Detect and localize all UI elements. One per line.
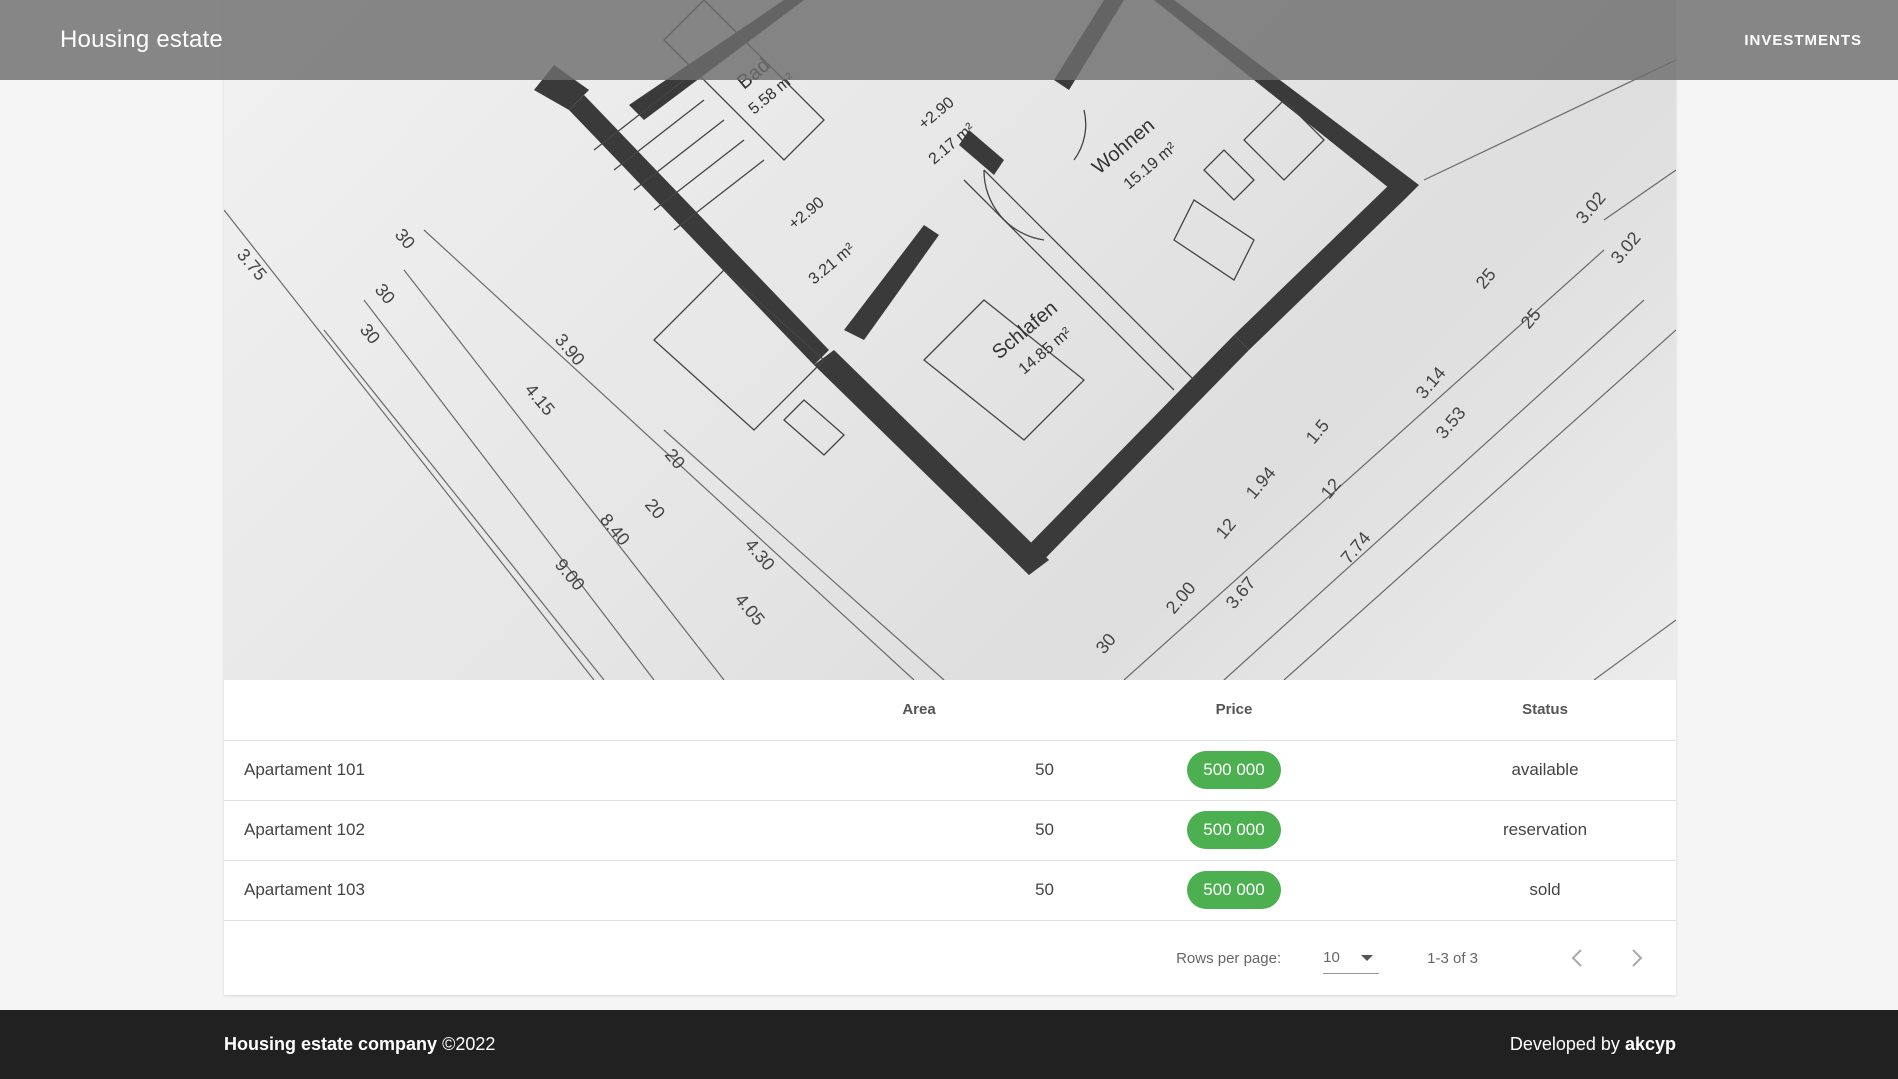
app-title: Housing estate — [60, 26, 223, 53]
apartments-table: Area Price Status Apartament 101 50 500 … — [224, 680, 1676, 921]
label-hall-level: +2.90 — [916, 94, 958, 133]
dimension-label: 1.94 — [1242, 463, 1280, 503]
footer: Housing estate company ©2022 Developed b… — [0, 1010, 1898, 1079]
dimension-label: 30 — [356, 320, 384, 348]
footer-copyright: Housing estate company ©2022 — [224, 1034, 495, 1055]
dimension-label: 30 — [1092, 629, 1120, 657]
table-row[interactable]: Apartament 101 50 500 000 available — [224, 740, 1676, 801]
price-chip[interactable]: 500 000 — [1187, 751, 1281, 789]
apartments-card: Bad 5.58 m² +2.90 2.17 m² +2.90 3.21 m² … — [224, 0, 1676, 995]
previous-page-button[interactable] — [1562, 943, 1592, 973]
footer-credit: Developed by akcyp — [1510, 1034, 1676, 1055]
rows-per-page-value: 10 — [1323, 949, 1340, 966]
floor-plan-drawing: Bad 5.58 m² +2.90 2.17 m² +2.90 3.21 m² … — [224, 0, 1676, 680]
dimension-label: 4.05 — [731, 590, 769, 630]
dimension-label: 8.40 — [596, 510, 634, 550]
dimension-label: 3.02 — [1607, 228, 1645, 268]
dimension-label: 30 — [391, 225, 419, 253]
company-name: Housing estate company — [224, 1034, 438, 1054]
dimension-label: 3.14 — [1412, 363, 1450, 403]
dimension-label: 12 — [1317, 474, 1345, 502]
rows-per-page-label: Rows per page: — [1176, 949, 1282, 967]
caret-down-icon — [1361, 954, 1374, 961]
table-pagination: Rows per page: 10 1-3 of 3 — [224, 922, 1676, 994]
dimension-label: 3.53 — [1432, 403, 1470, 443]
dimension-label: 9.00 — [551, 555, 589, 595]
dimension-label: 30 — [371, 280, 399, 308]
price-chip[interactable]: 500 000 — [1187, 811, 1281, 849]
price-chip[interactable]: 500 000 — [1187, 871, 1281, 909]
dimension-label: 1.5 — [1302, 416, 1333, 448]
app-bar: Housing estate INVESTMENTS — [0, 0, 1898, 80]
status-label: sold — [1414, 860, 1676, 921]
table-header-row: Area Price Status — [224, 680, 1676, 741]
label-stair-level: +2.90 — [786, 194, 828, 233]
developed-by-label: Developed by — [1509, 1034, 1620, 1054]
dimension-label: 4.30 — [741, 535, 779, 575]
copyright-year: ©2022 — [442, 1034, 496, 1054]
column-header-price: Price — [1054, 680, 1414, 741]
label-stair-area: 3.21 m² — [806, 240, 859, 288]
dimension-label: 7.74 — [1337, 528, 1375, 568]
nav-investments-link[interactable]: INVESTMENTS — [1744, 32, 1862, 49]
column-header-name — [224, 680, 784, 741]
column-header-area: Area — [784, 680, 1054, 741]
dimension-label: 2.00 — [1162, 578, 1200, 618]
dimension-label: 3.02 — [1572, 188, 1610, 228]
status-label: available — [1414, 740, 1676, 801]
table-row[interactable]: Apartament 103 50 500 000 sold — [224, 860, 1676, 921]
dimension-label: 3.75 — [233, 245, 271, 285]
table-row[interactable]: Apartament 102 50 500 000 reservation — [224, 800, 1676, 861]
dimension-label: 3.90 — [551, 330, 589, 370]
apartment-name: Apartament 103 — [224, 860, 784, 921]
dimension-label: 12 — [1212, 514, 1240, 542]
floor-plan-image: Bad 5.58 m² +2.90 2.17 m² +2.90 3.21 m² … — [224, 0, 1676, 680]
rows-per-page-select[interactable]: 10 — [1323, 942, 1380, 974]
apartment-area: 50 — [784, 800, 1054, 861]
apartment-area: 50 — [784, 860, 1054, 921]
dimension-label: 3.67 — [1222, 573, 1260, 613]
dimension-label: 4.15 — [521, 380, 559, 420]
status-label: reservation — [1414, 800, 1676, 861]
chevron-left-icon — [1571, 949, 1582, 967]
chevron-right-icon — [1632, 949, 1643, 967]
column-header-status: Status — [1414, 680, 1676, 741]
pagination-range: 1-3 of 3 — [1427, 949, 1478, 967]
apartment-area: 50 — [784, 740, 1054, 801]
apartment-name: Apartament 102 — [224, 800, 784, 861]
dimension-label: 25 — [1472, 264, 1500, 292]
dimension-label: 25 — [1517, 304, 1545, 332]
next-page-button[interactable] — [1622, 943, 1652, 973]
apartment-name: Apartament 101 — [224, 740, 784, 801]
developer-link[interactable]: akcyp — [1625, 1034, 1676, 1054]
dimension-label: 20 — [641, 495, 669, 523]
